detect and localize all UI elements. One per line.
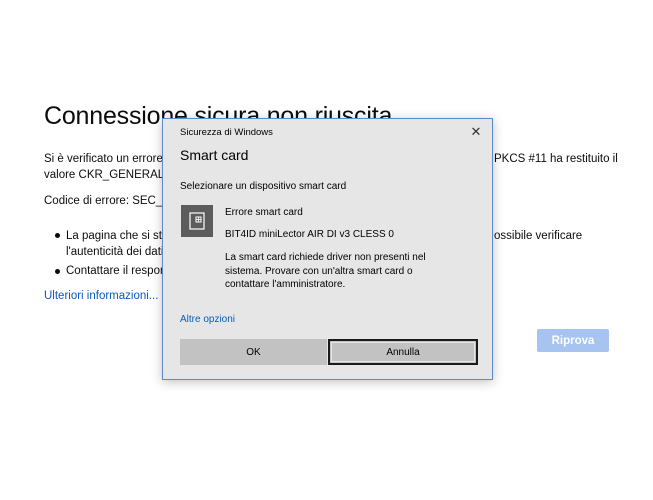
error-code: Codice di errore: SEC_ER xyxy=(44,195,179,207)
smart-card-error-title: Errore smart card xyxy=(225,207,303,218)
bullet-2-line1: Contattare il respon xyxy=(66,265,167,277)
more-options-link[interactable]: Altre opzioni xyxy=(180,314,235,325)
ok-button[interactable]: OK xyxy=(180,339,327,365)
error-description-line1-right: PKCS #11 ha restituito il xyxy=(494,153,618,165)
dialog-caption: Sicurezza di Windows xyxy=(180,127,273,138)
bullet-dot xyxy=(55,233,60,238)
bullet-1-line1-right: ossibile verificare xyxy=(494,230,583,242)
bullet-1-line2: l'autenticità dei dati xyxy=(66,246,164,258)
cancel-button[interactable]: Annulla xyxy=(328,339,478,365)
smart-card-error-message: La smart card richiede driver non presen… xyxy=(225,252,426,290)
dialog-subheading: Selezionare un dispositivo smart card xyxy=(180,181,347,192)
dialog-heading: Smart card xyxy=(180,147,249,163)
smart-card-icon xyxy=(189,212,205,230)
windows-security-dialog: Sicurezza di Windows ✕ Smart card Selezi… xyxy=(162,118,493,380)
close-icon[interactable]: ✕ xyxy=(466,123,486,141)
bullet-1-line1-left: La pagina che si sta xyxy=(66,230,169,242)
error-description-line1-left: Si è verificato un errore d xyxy=(44,153,173,165)
bullet-dot xyxy=(55,269,60,274)
more-info-link[interactable]: Ulteriori informazioni... xyxy=(44,290,158,302)
firefox-error-page: Connessione sicura non riuscita Si è ver… xyxy=(0,0,653,500)
retry-button[interactable]: Riprova xyxy=(537,329,609,352)
smart-card-tile[interactable] xyxy=(181,205,213,237)
smart-card-device-name: BIT4ID miniLector AIR DI v3 CLESS 0 xyxy=(225,229,394,240)
